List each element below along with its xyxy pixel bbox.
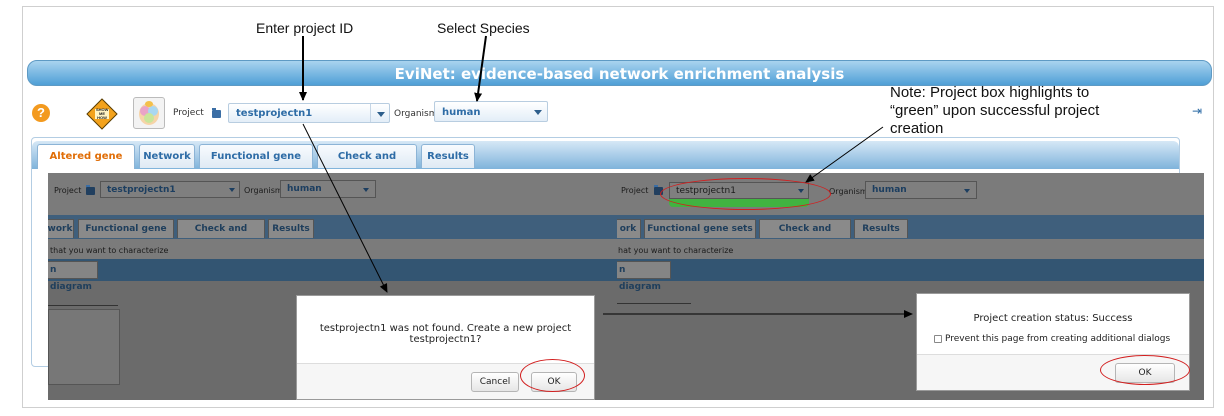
highlight-ellipse-ok-right [1100,355,1190,385]
right-shot-tab-results[interactable]: Results [854,219,908,238]
project-combobox-value: testprojectn1 [236,108,313,119]
right-shot-tab-network[interactable]: ork [617,219,641,238]
annotation-enter-project: Enter project ID [256,20,354,36]
prevent-dialogs-checkbox[interactable] [934,335,942,343]
right-shot-tab-check[interactable]: Check and submit [759,219,851,252]
tab-network[interactable]: Network [139,144,195,168]
chevron-down-icon[interactable] [377,112,385,117]
right-shot-project-label: Project [621,186,649,195]
left-shot-subtab[interactable]: n diagram [48,261,98,292]
left-shot-project-label: Project [54,186,82,195]
left-shot-organism-select[interactable]: human [280,180,376,198]
cancel-button[interactable]: Cancel [471,372,519,392]
left-shot-textarea[interactable] [48,309,120,385]
right-shot-organism-value: human [872,185,907,195]
chevron-down-icon[interactable] [229,188,235,192]
folder-icon [212,108,221,118]
right-shot-subbar [617,259,1204,281]
folder-icon [86,185,95,195]
right-shot-subtab[interactable]: n diagram [617,261,671,292]
project-combobox-separator [370,104,371,122]
annotation-select-species: Select Species [437,20,530,36]
project-label: Project [173,108,204,118]
highlight-ellipse-project [660,178,831,210]
organism-select[interactable]: human [434,101,548,122]
app-banner: EviNet: evidence-based network enrichmen… [27,60,1212,86]
logout-icon[interactable]: ⇥ [1192,104,1202,118]
left-shot-project-combobox[interactable]: testprojectn1 [100,181,240,198]
left-shot-project-value: testprojectn1 [107,185,176,195]
help-icon[interactable]: ? [32,104,50,122]
tab-results[interactable]: Results [421,144,475,168]
annotation-note-line1: Note: Project box highlights to [890,84,1090,101]
annotation-note-line2: “green” upon successful project [890,102,1100,119]
left-shot-tab-check[interactable]: Check and submit [177,219,265,252]
brain-icon[interactable] [133,97,165,129]
left-shot-organism-value: human [287,184,322,194]
success-dialog-status: Project creation status: Success [973,313,1133,324]
right-shot-tab-functional[interactable]: Functional gene sets [644,219,756,238]
chevron-down-icon[interactable] [964,189,970,193]
show-me-how-text: SHOW ME HOW [96,107,109,120]
right-shot-organism-label: Organism [829,187,868,196]
left-shot-subbar [48,259,617,281]
tab-altered-gene-sets[interactable]: Altered gene sets [37,144,135,186]
left-shot-tab-network[interactable]: work [48,219,74,238]
left-shot-divider [48,305,118,306]
tab-check-and-submit[interactable]: Check and submit [317,144,417,186]
left-shot-organism-label: Organism [244,186,283,195]
chevron-down-icon[interactable] [363,188,369,192]
right-shot-divider [617,303,691,304]
organism-label: Organism [394,109,438,119]
right-shot-organism-select[interactable]: human [865,181,977,199]
app-title: EviNet: evidence-based network enrichmen… [394,65,845,83]
show-me-how-icon[interactable]: SHOW ME HOW [86,98,118,130]
left-shot-characterize-text: that you want to characterize [50,246,169,255]
left-shot-tab-results[interactable]: Results [268,219,314,238]
organism-select-value: human [442,107,481,118]
annotation-note-line3: creation [890,120,944,137]
chevron-down-icon[interactable] [534,110,542,115]
tab-functional-gene-sets[interactable]: Functional gene sets [199,144,313,186]
highlight-ellipse-ok-left [520,359,585,392]
prevent-dialogs-label: Prevent this page from creating addition… [945,334,1171,344]
right-shot-characterize-text: hat you want to characterize [618,246,734,255]
left-shot-tab-functional[interactable]: Functional gene sets [78,219,174,252]
create-project-dialog-text: testprojectn1 was not found. Create a ne… [319,323,572,345]
project-combobox[interactable]: testprojectn1 [228,103,390,123]
